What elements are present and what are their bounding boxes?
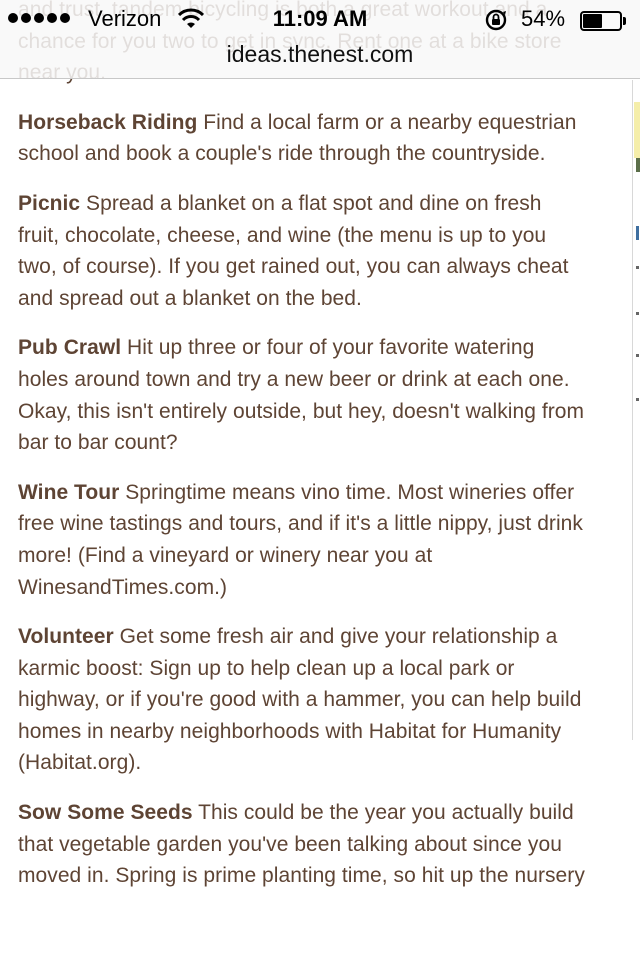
article-text: free wine tastings and tours, and if it'… bbox=[18, 512, 583, 536]
article-line: free wine tastings and tours, and if it'… bbox=[18, 508, 626, 540]
article-text: (Habitat.org). bbox=[18, 751, 142, 775]
article-line: highway, or if you're good with a hammer… bbox=[18, 684, 626, 716]
article-text: Springtime means vino time. Most winerie… bbox=[119, 480, 575, 504]
article-text: school and book a couple's ride through … bbox=[18, 142, 546, 166]
article-line: Pub Crawl Hit up three or four of your f… bbox=[18, 332, 626, 364]
article-item: Sow Some Seeds This could be the year yo… bbox=[18, 797, 626, 892]
sidebar-bullet bbox=[636, 398, 639, 401]
article-item-title: Sow Some Seeds bbox=[18, 801, 193, 825]
address-bar[interactable]: ideas.thenest.com bbox=[0, 40, 640, 79]
article-text: WinesandTimes.com.) bbox=[18, 575, 228, 599]
battery-icon bbox=[580, 11, 626, 31]
article-item: Volunteer Get some fresh air and give yo… bbox=[18, 621, 626, 779]
article-line: Wine Tour Springtime means vino time. Mo… bbox=[18, 477, 626, 509]
battery-percent: 54% bbox=[521, 6, 566, 31]
url-text[interactable]: ideas.thenest.com bbox=[0, 41, 640, 68]
article-text: Hit up three or four of your favorite wa… bbox=[121, 336, 535, 360]
article-item: Wine Tour Springtime means vino time. Mo… bbox=[18, 477, 626, 603]
article-text: Spread a blanket on a flat spot and dine… bbox=[80, 191, 542, 215]
article-text: two, of course). If you get rained out, … bbox=[18, 255, 569, 279]
article-item: Horseback Riding Find a local farm or a … bbox=[18, 107, 626, 170]
article-line: more! (Find a vineyard or winery near yo… bbox=[18, 540, 626, 572]
article-text: holes around town and try a new beer or … bbox=[18, 367, 570, 391]
article-line: homes in nearby neighborhoods with Habit… bbox=[18, 716, 626, 748]
article-line: Horseback Riding Find a local farm or a … bbox=[18, 107, 626, 139]
article-line: Okay, this isn't entirely outside, but h… bbox=[18, 396, 626, 428]
article-body: and trust, tandem bicycling is both a gr… bbox=[18, 0, 626, 910]
article-text: bar to bar count? bbox=[18, 431, 178, 455]
article-text: fruit, chocolate, cheese, and wine (the … bbox=[18, 223, 547, 247]
sidebar-thumbnail[interactable] bbox=[636, 158, 640, 172]
sidebar-bullet bbox=[636, 312, 639, 315]
article-item-title: Wine Tour bbox=[18, 480, 120, 504]
article-item-title: Pub Crawl bbox=[18, 336, 122, 360]
sidebar-link[interactable] bbox=[636, 226, 639, 240]
article-line: Picnic Spread a blanket on a flat spot a… bbox=[18, 188, 626, 220]
sidebar-bullet bbox=[636, 266, 639, 269]
article-line: moved in. Spring is prime planting time,… bbox=[18, 860, 626, 892]
article-line: fruit, chocolate, cheese, and wine (the … bbox=[18, 220, 626, 252]
status-bar: Verizon 11:09 AM 54% bbox=[0, 0, 640, 40]
article-line: two, of course). If you get rained out, … bbox=[18, 251, 626, 283]
article-line: Volunteer Get some fresh air and give yo… bbox=[18, 621, 626, 653]
sidebar-edge bbox=[632, 80, 640, 960]
article-item-title: Volunteer bbox=[18, 625, 114, 649]
article-text: moved in. Spring is prime planting time,… bbox=[18, 864, 585, 888]
article-line: holes around town and try a new beer or … bbox=[18, 364, 626, 396]
sidebar-divider bbox=[632, 80, 633, 740]
article-line: karmic boost: Sign up to help clean up a… bbox=[18, 653, 626, 685]
article-line: Sow Some Seeds This could be the year yo… bbox=[18, 797, 626, 829]
article-text: that vegetable garden you've been talkin… bbox=[18, 832, 562, 856]
article-text: Find a local farm or a nearby equestrian bbox=[197, 110, 577, 134]
article-text: more! (Find a vineyard or winery near yo… bbox=[18, 543, 433, 567]
sidebar-ad[interactable] bbox=[634, 102, 640, 158]
article-item-title: Horseback Riding bbox=[18, 110, 198, 134]
article-text: Okay, this isn't entirely outside, but h… bbox=[18, 399, 585, 423]
article-line: and spread out a blanket on the bed. bbox=[18, 283, 626, 315]
article-line: that vegetable garden you've been talkin… bbox=[18, 829, 626, 861]
article-item: Picnic Spread a blanket on a flat spot a… bbox=[18, 188, 626, 314]
article-text: karmic boost: Sign up to help clean up a… bbox=[18, 656, 515, 680]
article-line: (Habitat.org). bbox=[18, 747, 626, 779]
sidebar-bullet bbox=[636, 354, 639, 357]
article-text: highway, or if you're good with a hammer… bbox=[18, 688, 582, 712]
article-line: school and book a couple's ride through … bbox=[18, 138, 626, 170]
article-item: Pub Crawl Hit up three or four of your f… bbox=[18, 332, 626, 458]
article-line: WinesandTimes.com.) bbox=[18, 572, 626, 604]
article-text: This could be the year you actually buil… bbox=[192, 801, 574, 825]
article-text: Get some fresh air and give your relatio… bbox=[113, 625, 558, 649]
article-text: and spread out a blanket on the bed. bbox=[18, 286, 362, 310]
article-item-title: Picnic bbox=[18, 191, 81, 215]
article-text: homes in nearby neighborhoods with Habit… bbox=[18, 719, 562, 743]
rotation-lock-icon bbox=[485, 9, 509, 36]
article-line: bar to bar count? bbox=[18, 427, 626, 459]
